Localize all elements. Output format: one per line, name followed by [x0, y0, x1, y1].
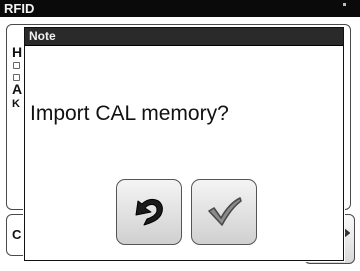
cancel-button[interactable] [116, 179, 182, 245]
background-fragment-label: C [12, 227, 22, 242]
checkmark-icon [208, 197, 242, 226]
dialog-title: Note [29, 29, 56, 43]
background-fragment-label: H [12, 44, 23, 60]
background-window-title: RFID [4, 1, 35, 16]
dialog-message: Import CAL memory? [30, 102, 229, 125]
confirm-button[interactable] [191, 179, 257, 245]
screen: RFID H A K C Note Import CAL memory? [0, 0, 360, 271]
titlebar-indicator [343, 3, 346, 6]
note-dialog: Note Import CAL memory? [24, 27, 344, 261]
background-titlebar: RFID [0, 0, 360, 17]
background-fragment-box [13, 62, 20, 69]
background-fragment-label: A [12, 81, 23, 97]
background-fragment-label: K [12, 98, 20, 110]
background-fragment-box [13, 74, 20, 81]
dialog-titlebar: Note [25, 28, 343, 46]
undo-arrow-icon [135, 198, 163, 226]
